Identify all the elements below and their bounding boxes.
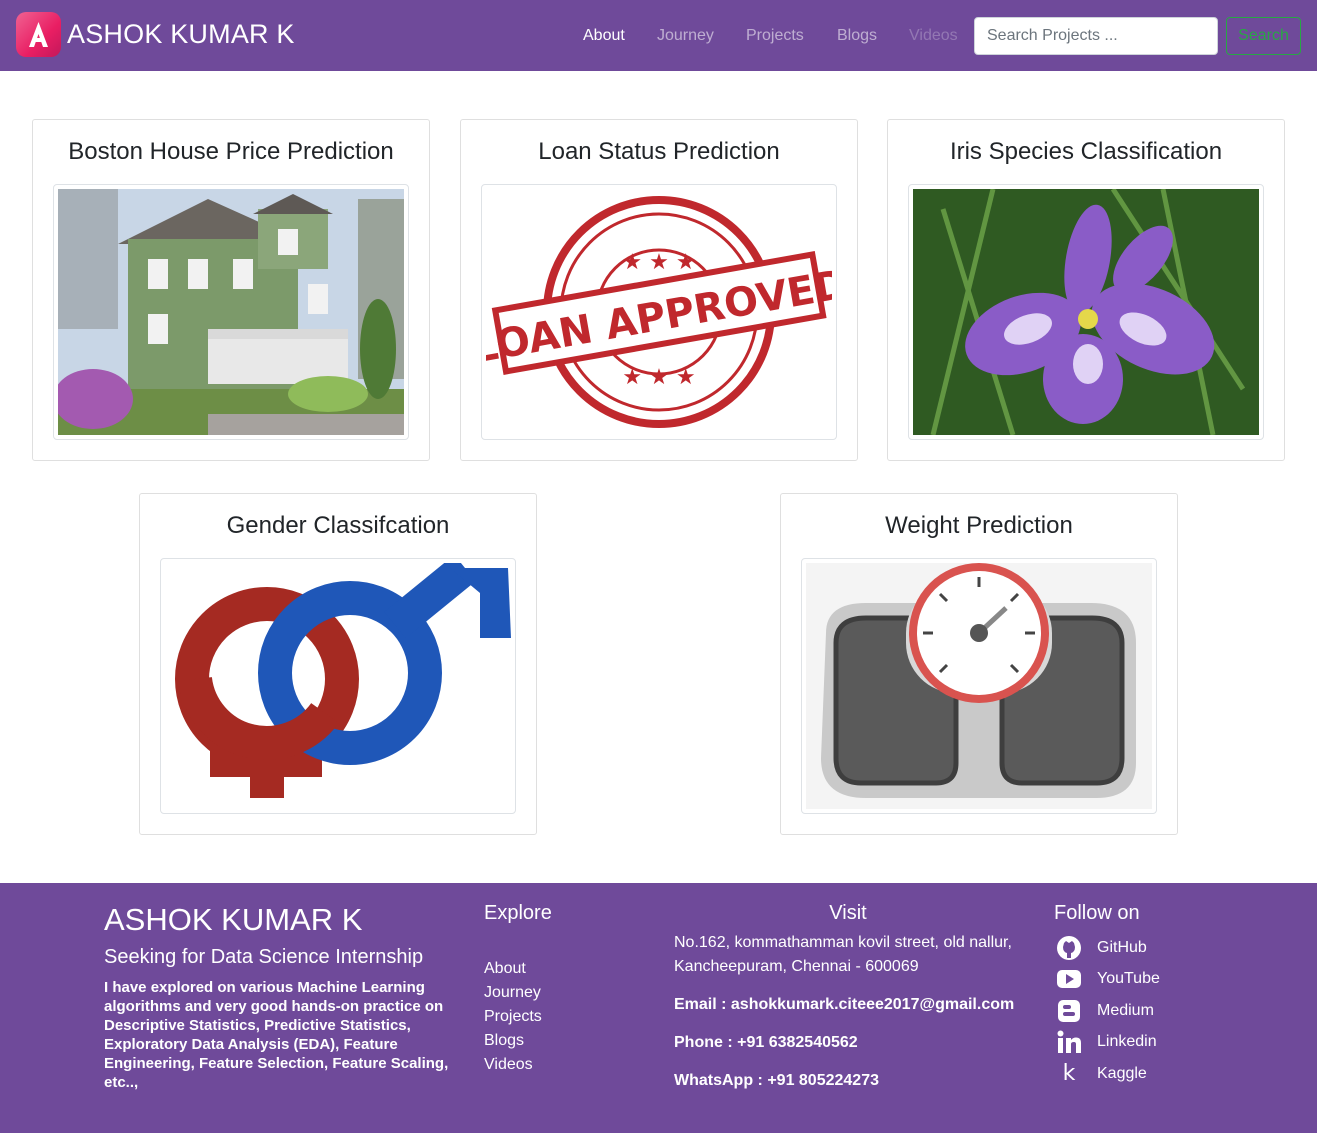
nav-link-journey[interactable]: Journey [657,27,714,45]
card-title: Iris Species Classification [949,138,1223,165]
footer: ASHOK KUMAR K Seeking for Data Science I… [0,883,1317,1133]
blogger-icon [1054,996,1084,1026]
project-card-iris[interactable]: Iris Species Classification [887,119,1285,461]
nav-link-blogs[interactable]: Blogs [837,27,877,45]
social-link-linkedin[interactable]: Linkedin [1054,1027,1160,1059]
project-card-loan[interactable]: Loan Status Prediction LOAN APPROVED ★ ★… [460,119,858,461]
address: No.162, kommathamman kovil street, old n… [674,934,1012,975]
stamp-text: LOAN APPROVED [486,261,832,372]
project-card-gender[interactable]: Gender Classifcation [139,493,537,835]
search-button[interactable]: Search [1226,17,1301,55]
house-photo[interactable] [53,184,409,440]
card-title: Boston House Price Prediction [68,138,394,165]
footer-link-blogs[interactable]: Blogs [484,1029,542,1053]
social-links: GitHub YouTube Medium Linkedin k Kaggle [1054,932,1160,1090]
brand-name: ASHOK KUMAR K [67,19,295,49]
card-title: Loan Status Prediction [538,138,780,165]
project-card-weight[interactable]: Weight Prediction [780,493,1178,835]
search-input[interactable] [974,17,1218,55]
footer-link-about[interactable]: About [484,957,542,981]
social-link-github[interactable]: GitHub [1054,932,1160,964]
github-icon [1054,933,1084,963]
linkedin-icon [1054,1027,1084,1057]
gender-symbols[interactable] [160,558,516,814]
visit-heading: Visit [829,902,867,924]
explore-heading: Explore [484,902,552,924]
nav-link-about[interactable]: About [583,27,625,45]
social-link-youtube[interactable]: YouTube [1054,964,1160,996]
social-link-kaggle[interactable]: k Kaggle [1054,1058,1160,1090]
explore-links: About Journey Projects Blogs Videos [484,957,542,1077]
card-title: Gender Classifcation [226,512,450,539]
social-link-medium[interactable]: Medium [1054,995,1160,1027]
nav-link-videos[interactable]: Videos [909,27,958,45]
follow-heading: Follow on [1054,902,1140,924]
footer-link-videos[interactable]: Videos [484,1053,542,1077]
footer-description: I have explored on various Machine Learn… [104,979,449,1091]
footer-tagline: Seeking for Data Science Internship [104,946,424,968]
footer-link-projects[interactable]: Projects [484,1005,542,1029]
kaggle-icon: k [1062,1061,1076,1087]
svg-text:★ ★ ★: ★ ★ ★ [622,250,695,275]
footer-name: ASHOK KUMAR K [104,902,363,937]
project-card-boston[interactable]: Boston House Price Prediction [32,119,430,461]
weighing-scale[interactable] [801,558,1157,814]
nav-link-projects[interactable]: Projects [746,27,804,45]
iris-flower-photo[interactable] [908,184,1264,440]
svg-text:★ ★ ★: ★ ★ ★ [622,365,695,390]
loan-approved-stamp[interactable]: LOAN APPROVED ★ ★ ★ ★ ★ ★ [481,184,837,440]
whatsapp[interactable]: WhatsApp : +91 805224273 [674,1072,879,1090]
phone[interactable]: Phone : +91 6382540562 [674,1034,858,1052]
footer-link-journey[interactable]: Journey [484,981,542,1005]
card-title: Weight Prediction [885,512,1073,539]
youtube-icon [1054,964,1084,994]
brand[interactable]: ASHOK KUMAR K [16,12,295,57]
navbar: ASHOK KUMAR K About Journey Projects Blo… [0,0,1317,71]
brand-logo-icon [16,12,61,57]
email[interactable]: Email : ashokkumark.citeee2017@gmail.com [674,996,1014,1014]
